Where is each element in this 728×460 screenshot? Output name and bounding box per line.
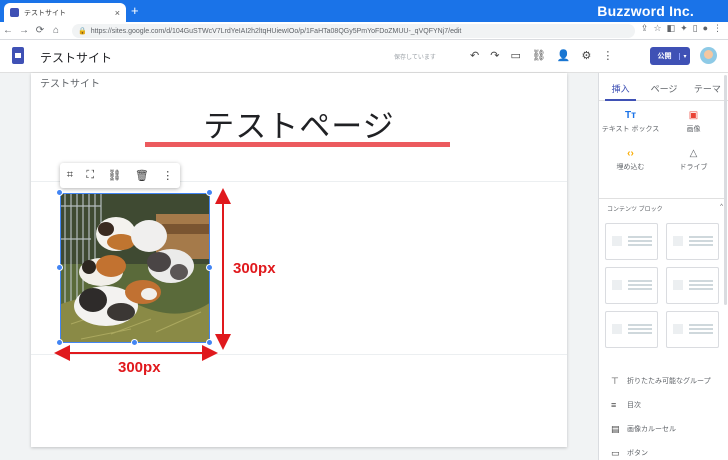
drive-icon: △ [689,148,698,159]
insert-embed[interactable]: ‹› 埋め込む [599,149,662,172]
content-block-layout[interactable] [666,223,719,260]
textbox-icon: Tт [624,110,636,121]
insert-table-of-contents[interactable]: ≡ 目次 [599,393,725,417]
content-blocks-grid [605,223,719,348]
panel-scrollbar[interactable] [724,75,727,305]
content-block-layout[interactable] [666,267,719,304]
content-block-layout[interactable] [605,311,658,348]
insert-collapsible-group[interactable]: ⊤ 折りたたみ可能なグループ [599,369,725,393]
insert-label: 埋め込む [616,164,645,171]
insert-image[interactable]: ▣ 画像 [662,111,725,134]
insert-label: テキスト ボックス [601,126,660,133]
toc-icon: ≡ [611,400,617,410]
insert-panel: 挿入 ページ テーマ Tт テキスト ボックス ▣ 画像 ‹› 埋め込む △ ド… [598,73,728,460]
insert-label: 画像 [686,126,701,133]
content-block-layout[interactable] [666,311,719,348]
collapse-chevron-icon[interactable]: ^ [720,204,723,213]
width-label: 300px [118,359,161,376]
content-blocks-title: コンテンツ ブロック [607,207,663,213]
content-block-layout[interactable] [605,267,658,304]
tab-pages[interactable]: ページ [642,73,685,100]
embed-icon: ‹› [627,148,634,159]
insert-label: ドライブ [679,164,708,171]
image-icon: ▣ [688,110,699,121]
insert-drive[interactable]: △ ドライブ [662,149,725,172]
height-label: 300px [233,260,276,277]
collapsible-icon: ⊤ [611,375,619,386]
insert-list: ⊤ 折りたたみ可能なグループ ≡ 目次 ▤ 画像カルーセル ▭ ボタン [599,369,725,460]
tab-themes[interactable]: テーマ [686,73,728,100]
insert-image-carousel[interactable]: ▤ 画像カルーセル [599,417,725,441]
tab-insert[interactable]: 挿入 [599,73,642,101]
insert-button[interactable]: ▭ ボタン [599,441,725,460]
list-item-label: 折りたたみ可能なグループ [627,378,711,385]
panel-divider [599,198,725,199]
content-block-layout[interactable] [605,223,658,260]
insert-grid: Tт テキスト ボックス ▣ 画像 ‹› 埋め込む △ ドライブ [599,111,725,172]
insert-textbox[interactable]: Tт テキスト ボックス [599,111,662,134]
button-icon: ▭ [611,447,620,458]
list-item-label: 目次 [627,402,641,409]
carousel-icon: ▤ [611,423,620,434]
list-item-label: 画像カルーセル [627,426,676,433]
panel-tabs: 挿入 ページ テーマ [599,73,728,101]
content-blocks-header[interactable]: コンテンツ ブロック ^ [607,204,723,213]
list-item-label: ボタン [627,450,648,457]
